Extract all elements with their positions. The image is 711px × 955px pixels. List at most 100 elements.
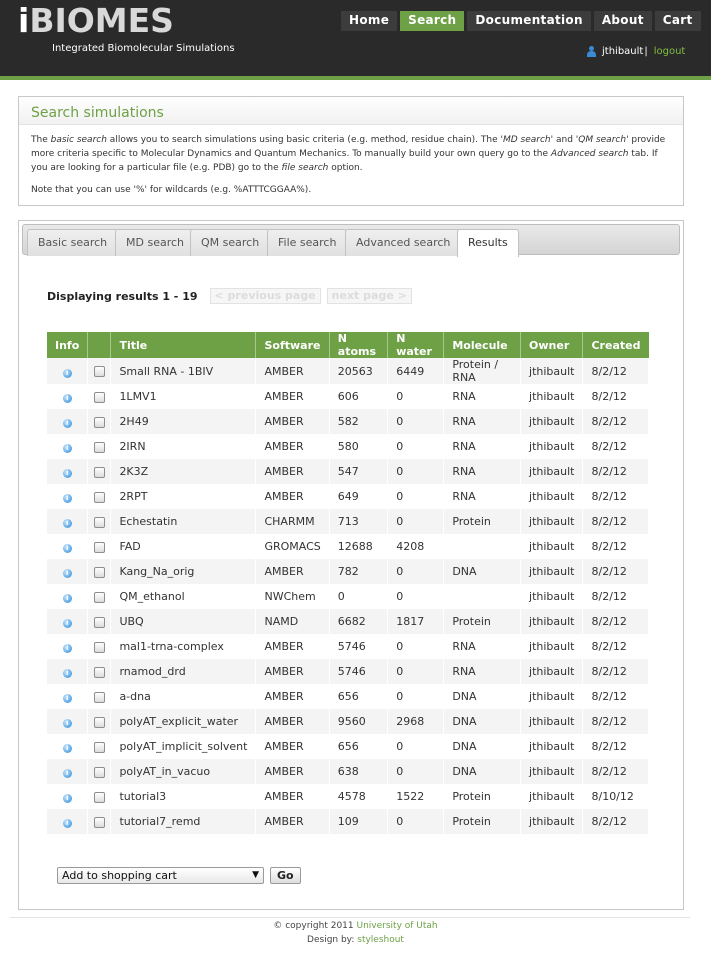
select-cell [87, 584, 112, 609]
col-software[interactable]: Software [255, 332, 330, 358]
info-icon[interactable]: i [62, 519, 72, 528]
row-checkbox[interactable] [93, 691, 105, 703]
cart-action-select[interactable]: Add to shopping cart ▼ [57, 867, 264, 884]
cell-title[interactable]: Kang_Na_orig [110, 559, 257, 584]
university-link[interactable]: University of Utah [357, 921, 438, 931]
info-icon[interactable]: i [62, 469, 72, 478]
info-icon[interactable]: i [62, 368, 72, 378]
col-n-atoms[interactable]: N atoms [329, 332, 389, 358]
nav-documentation[interactable]: Documentation [467, 11, 591, 31]
info-icon[interactable]: i [62, 569, 72, 578]
cell-title[interactable]: Small RNA - 1BIV [110, 358, 257, 384]
cell-title[interactable]: QM_ethanol [110, 584, 257, 609]
row-checkbox[interactable] [93, 491, 105, 503]
tab-results[interactable]: Results [457, 229, 519, 257]
col-created[interactable]: Created [582, 332, 649, 358]
row-checkbox[interactable] [93, 566, 105, 578]
cell-water: 6449 [387, 358, 445, 384]
row-checkbox[interactable] [93, 541, 105, 553]
row-checkbox[interactable] [93, 441, 105, 453]
row-checkbox[interactable] [93, 616, 105, 628]
cell-title[interactable]: FAD [110, 534, 257, 559]
row-checkbox[interactable] [93, 391, 105, 403]
table-row: i Kang_Na_orig AMBER 782 0 DNA jthibault 8/2/12 [47, 559, 649, 584]
tab-advanced-search[interactable]: Advanced search [345, 229, 462, 256]
row-checkbox[interactable] [93, 516, 105, 528]
nav-cart[interactable]: Cart [654, 11, 701, 31]
row-checkbox[interactable] [93, 416, 105, 428]
row-checkbox[interactable] [93, 641, 105, 653]
row-checkbox[interactable] [93, 791, 105, 803]
info-icon[interactable]: i [62, 594, 72, 603]
cell-title[interactable]: UBQ [110, 609, 257, 634]
info-icon[interactable]: i [62, 694, 72, 703]
previous-page-button[interactable]: < previous page [209, 288, 321, 304]
tab-file-search[interactable]: File search [267, 229, 348, 256]
tab-qm-search[interactable]: QM search [190, 229, 271, 256]
info-icon[interactable]: i [62, 494, 72, 503]
cell-title[interactable]: 2K3Z [110, 459, 257, 484]
info-icon[interactable]: i [62, 769, 72, 778]
cell-title[interactable]: 2RPT [110, 484, 257, 509]
info-icon[interactable]: i [62, 794, 72, 803]
cell-title[interactable]: 2IRN [110, 434, 257, 459]
go-button[interactable]: Go [270, 867, 301, 884]
cell-title[interactable]: tutorial3 [110, 784, 257, 809]
row-checkbox[interactable] [93, 741, 105, 753]
cell-owner: jthibault [520, 534, 584, 559]
info-cell: i [47, 734, 89, 759]
username[interactable]: jthibault [602, 46, 643, 57]
cell-owner: jthibault [520, 434, 584, 459]
cell-title[interactable]: 1LMV1 [110, 384, 257, 409]
cell-atoms: 713 [329, 509, 389, 534]
cell-title[interactable]: a-dna [110, 684, 257, 709]
cell-title[interactable]: polyAT_explicit_water [110, 709, 257, 734]
row-checkbox[interactable] [93, 766, 105, 778]
nav-home[interactable]: Home [341, 11, 398, 31]
info-icon[interactable]: i [62, 544, 72, 553]
cell-owner: jthibault [520, 559, 584, 584]
info-icon[interactable]: i [62, 744, 72, 753]
row-checkbox[interactable] [93, 591, 105, 603]
row-checkbox[interactable] [93, 666, 105, 678]
col-info[interactable]: Info [47, 332, 89, 358]
row-checkbox[interactable] [93, 816, 105, 828]
row-checkbox[interactable] [93, 366, 105, 377]
info-cell: i [47, 584, 89, 609]
info-icon[interactable]: i [62, 419, 72, 428]
info-icon[interactable]: i [62, 644, 72, 653]
info-icon[interactable]: i [62, 444, 72, 453]
row-checkbox[interactable] [93, 716, 105, 728]
results-table: Info Title Software N atoms N water Mole… [47, 332, 649, 834]
cell-owner: jthibault [520, 684, 584, 709]
next-page-button[interactable]: next page > [326, 288, 412, 304]
nav-search[interactable]: Search [400, 11, 465, 31]
cell-molecule: RNA [443, 659, 522, 684]
tab-md-search[interactable]: MD search [115, 229, 195, 256]
cell-title[interactable]: rnamod_drd [110, 659, 257, 684]
cell-owner: jthibault [520, 634, 584, 659]
cell-title[interactable]: mal1-trna-complex [110, 634, 257, 659]
info-icon[interactable]: i [62, 719, 72, 728]
row-checkbox[interactable] [93, 466, 105, 478]
tab-basic-search[interactable]: Basic search [27, 229, 119, 256]
cell-title[interactable]: polyAT_implicit_solvent [110, 734, 257, 759]
site-logo[interactable]: iBIOMES [18, 1, 174, 40]
col-owner[interactable]: Owner [520, 332, 584, 358]
col-title[interactable]: Title [110, 332, 257, 358]
info-icon[interactable]: i [62, 619, 72, 628]
col-molecule[interactable]: Molecule [443, 332, 522, 358]
cell-title[interactable]: Echestatin [110, 509, 257, 534]
col-n-water[interactable]: N water [387, 332, 445, 358]
info-icon[interactable]: i [62, 819, 72, 828]
nav-about[interactable]: About [593, 11, 652, 31]
logout-link[interactable]: logout [654, 46, 686, 57]
cell-title[interactable]: tutorial7_remd [110, 809, 257, 834]
cell-title[interactable]: polyAT_in_vacuo [110, 759, 257, 784]
designer-link[interactable]: styleshout [357, 935, 404, 945]
info-icon[interactable]: i [62, 669, 72, 678]
cell-title[interactable]: 2H49 [110, 409, 257, 434]
info-cell: i [47, 484, 89, 509]
info-icon[interactable]: i [62, 394, 72, 403]
cell-created: 8/2/12 [582, 358, 649, 384]
